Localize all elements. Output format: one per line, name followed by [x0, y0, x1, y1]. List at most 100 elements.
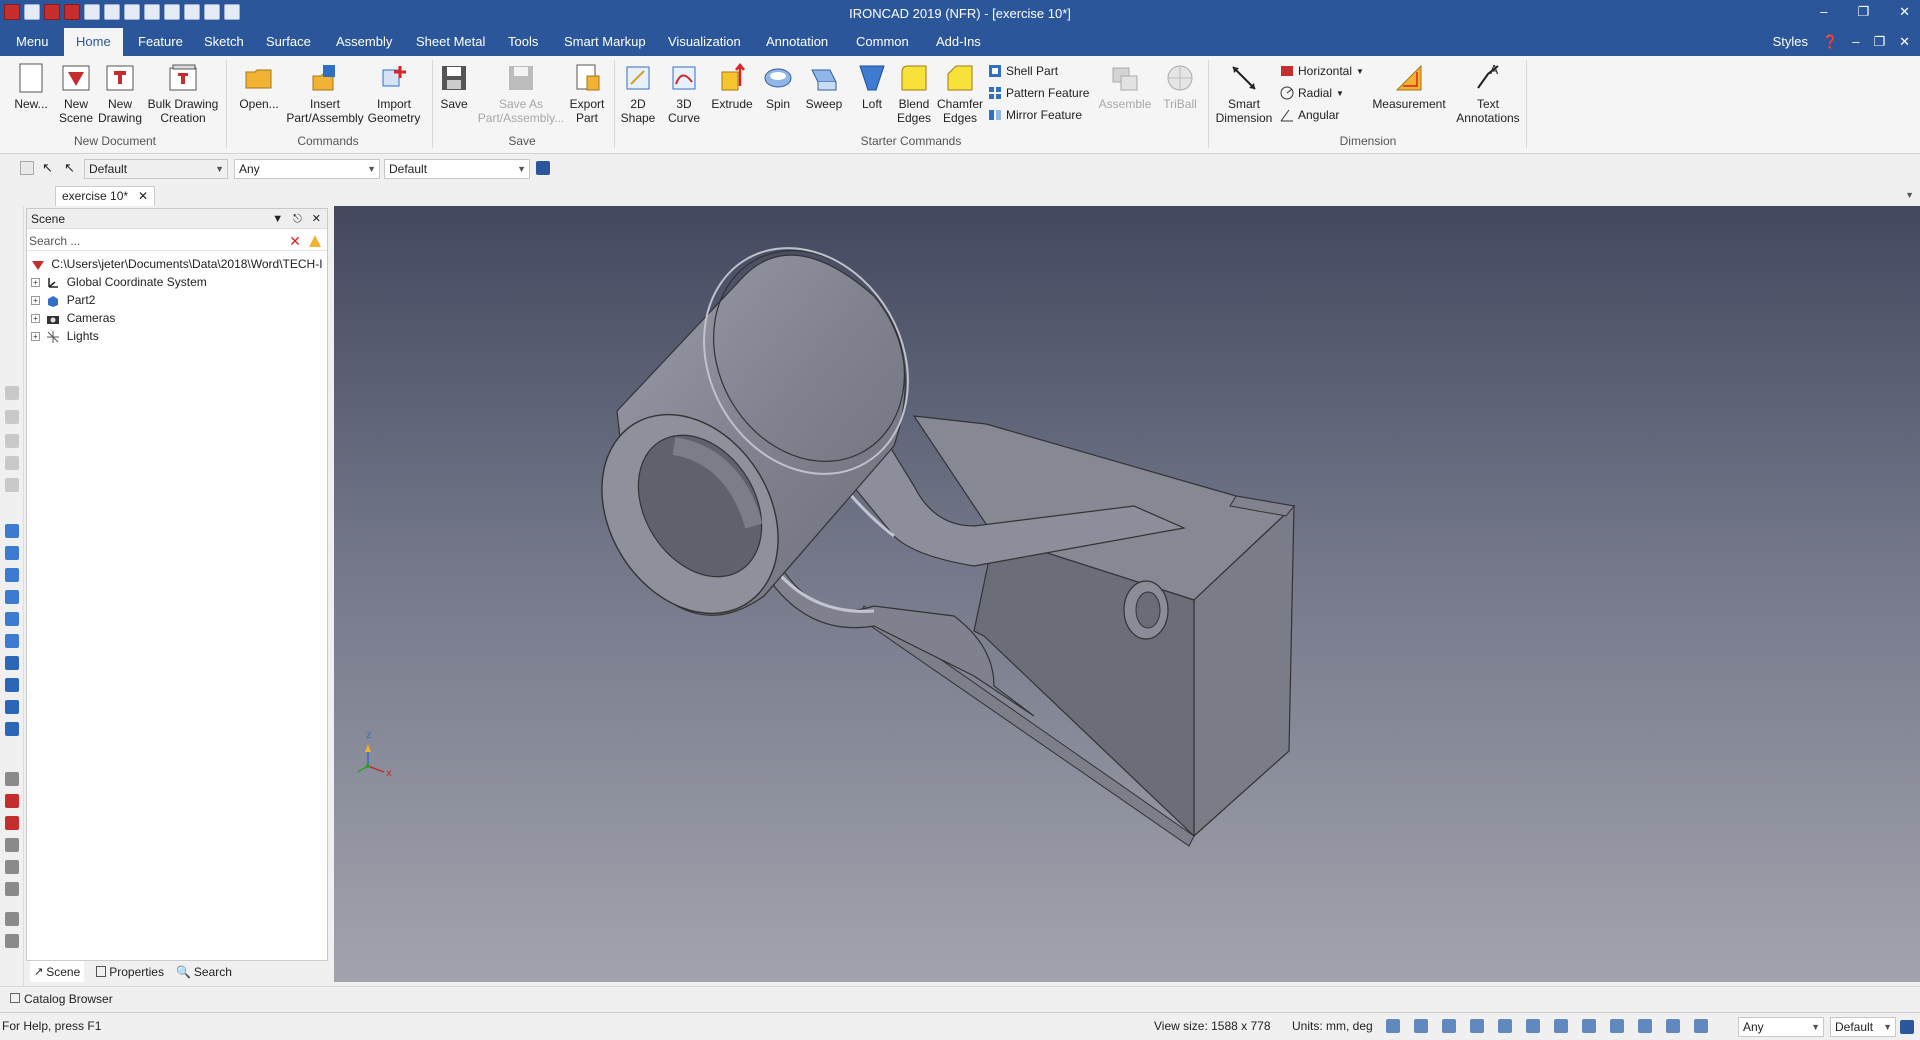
- radial-dimension-button[interactable]: Radial ▼: [1280, 86, 1344, 100]
- horizontal-dimension-button[interactable]: Horizontal ▼: [1280, 64, 1364, 78]
- pin-icon[interactable]: ⎋: [293, 209, 302, 229]
- extrude-button[interactable]: Extrude: [710, 62, 754, 111]
- close-icon[interactable]: ✕: [1899, 4, 1910, 20]
- search-options-icon[interactable]: [307, 233, 323, 249]
- mirror-feature-button[interactable]: Mirror Feature: [988, 108, 1082, 122]
- tree-node[interactable]: + Part2: [31, 291, 323, 309]
- tab-surface[interactable]: Surface: [254, 28, 323, 56]
- tab-common[interactable]: Common: [844, 28, 921, 56]
- save-button[interactable]: Save: [436, 62, 472, 111]
- shape-icon[interactable]: [5, 590, 19, 604]
- view-icon[interactable]: [5, 410, 19, 424]
- ribbon-restore-icon[interactable]: ❐: [1873, 34, 1885, 50]
- scene-style-combo[interactable]: Default ▼: [84, 159, 228, 179]
- tab-tools[interactable]: Tools: [496, 28, 550, 56]
- dimension-icon[interactable]: [5, 882, 19, 896]
- hierarchy-icon[interactable]: [1900, 1020, 1914, 1034]
- minimize-icon[interactable]: –: [1820, 4, 1827, 20]
- 2d-shape-button[interactable]: 2D Shape: [618, 62, 658, 125]
- restore-icon[interactable]: ❐: [1857, 4, 1869, 20]
- select-filter-icon[interactable]: [20, 161, 34, 175]
- shape-icon[interactable]: [5, 656, 19, 670]
- tab-menu[interactable]: Menu: [4, 28, 61, 56]
- panel-dropdown-icon[interactable]: ▼: [272, 209, 283, 229]
- dimension-icon[interactable]: [5, 772, 19, 786]
- document-tab[interactable]: exercise 10* ✕: [55, 186, 155, 206]
- insert-part-button[interactable]: Insert Part/Assembly: [286, 62, 364, 125]
- section-icon[interactable]: [1498, 1019, 1512, 1033]
- new-button[interactable]: New...: [10, 62, 52, 111]
- angular-dimension-button[interactable]: Angular: [1280, 108, 1339, 122]
- loft-button[interactable]: Loft: [852, 62, 892, 111]
- pattern-feature-button[interactable]: Pattern Feature: [988, 86, 1089, 100]
- close-tab-icon[interactable]: ✕: [138, 187, 148, 205]
- expand-icon[interactable]: +: [31, 332, 40, 342]
- panel-close-icon[interactable]: ✕: [312, 209, 321, 229]
- catalog-browser-bar[interactable]: Catalog Browser: [0, 986, 1920, 1010]
- tree-node[interactable]: + Global Coordinate System: [31, 273, 323, 291]
- dimension-icon[interactable]: [5, 838, 19, 852]
- tab-home[interactable]: Home: [64, 28, 123, 56]
- chamfer-edges-button[interactable]: Chamfer Edges: [936, 62, 984, 125]
- ribbon-close-icon[interactable]: ✕: [1899, 34, 1910, 50]
- tab-search[interactable]: 🔍 Search: [176, 961, 232, 982]
- shape-icon[interactable]: [5, 612, 19, 626]
- select-icon[interactable]: [1666, 1019, 1680, 1033]
- tab-assembly[interactable]: Assembly: [324, 28, 404, 56]
- display-icon[interactable]: [1582, 1019, 1596, 1033]
- tab-annotation[interactable]: Annotation: [754, 28, 840, 56]
- radial-dropdown-icon[interactable]: ▼: [1336, 89, 1344, 98]
- shell-part-button[interactable]: Shell Part: [988, 64, 1058, 78]
- new-scene-button[interactable]: New Scene: [56, 62, 96, 125]
- tab-scene[interactable]: ↗ Scene: [30, 961, 85, 982]
- spin-button[interactable]: Spin: [758, 62, 798, 111]
- open-button[interactable]: Open...: [234, 62, 284, 111]
- shape-icon[interactable]: [5, 634, 19, 648]
- zoom-icon[interactable]: [1386, 1019, 1400, 1033]
- camera-view-icon[interactable]: [1610, 1019, 1624, 1033]
- tab-list-dropdown-icon[interactable]: ▼: [1905, 190, 1914, 200]
- dimension-icon[interactable]: [5, 912, 19, 926]
- pointer-select-icon[interactable]: ↖: [64, 160, 75, 176]
- bulk-drawing-button[interactable]: Bulk Drawing Creation: [146, 62, 220, 125]
- scene-search-input[interactable]: Search ... ✕: [27, 231, 327, 251]
- render-combo[interactable]: Default ▼: [384, 159, 530, 179]
- part-model[interactable]: z x: [334, 206, 1920, 982]
- render-mode-icon[interactable]: [1470, 1019, 1484, 1033]
- ribbon-minimize-icon[interactable]: –: [1852, 34, 1859, 50]
- view-icon[interactable]: [5, 478, 19, 492]
- dimension-icon[interactable]: [5, 816, 19, 830]
- new-drawing-button[interactable]: New Drawing: [98, 62, 142, 125]
- view-icon[interactable]: [5, 434, 19, 448]
- shape-icon[interactable]: [5, 546, 19, 560]
- grid-icon[interactable]: [1638, 1019, 1652, 1033]
- export-part-button[interactable]: Export Part: [566, 62, 608, 125]
- pointer-icon[interactable]: [1694, 1019, 1708, 1033]
- measurement-button[interactable]: Measurement: [1370, 62, 1448, 111]
- triball-button[interactable]: TriBall: [1156, 62, 1204, 111]
- view-icon[interactable]: [5, 456, 19, 470]
- 3d-viewport[interactable]: z x: [334, 206, 1920, 982]
- tab-visualization[interactable]: Visualization: [656, 28, 753, 56]
- help-icon[interactable]: ❓: [1822, 34, 1838, 50]
- hierarchy-icon[interactable]: [536, 161, 550, 175]
- tab-feature[interactable]: Feature: [126, 28, 195, 56]
- shape-icon[interactable]: [5, 700, 19, 714]
- tab-smart-markup[interactable]: Smart Markup: [552, 28, 658, 56]
- shape-icon[interactable]: [5, 678, 19, 692]
- tree-root[interactable]: C:\Users\jeter\Documents\Data\2018\Word\…: [31, 255, 323, 273]
- filter-combo[interactable]: Any ▼: [234, 159, 380, 179]
- clear-search-icon[interactable]: ✕: [287, 233, 303, 249]
- assemble-button[interactable]: Assemble: [1096, 62, 1154, 111]
- import-geometry-button[interactable]: Import Geometry: [366, 62, 422, 125]
- expand-icon[interactable]: +: [31, 314, 40, 324]
- status-style-combo[interactable]: Default ▼: [1830, 1017, 1896, 1037]
- tree-node[interactable]: + Cameras: [31, 309, 323, 327]
- tree-node[interactable]: + Lights: [31, 327, 323, 345]
- styles-button[interactable]: Styles: [1773, 34, 1808, 50]
- text-annotations-button[interactable]: A Text Annotations: [1452, 62, 1524, 125]
- shape-icon[interactable]: [5, 722, 19, 736]
- shape-icon[interactable]: [5, 524, 19, 538]
- tab-add-ins[interactable]: Add-Ins: [924, 28, 993, 56]
- tab-sheet-metal[interactable]: Sheet Metal: [404, 28, 497, 56]
